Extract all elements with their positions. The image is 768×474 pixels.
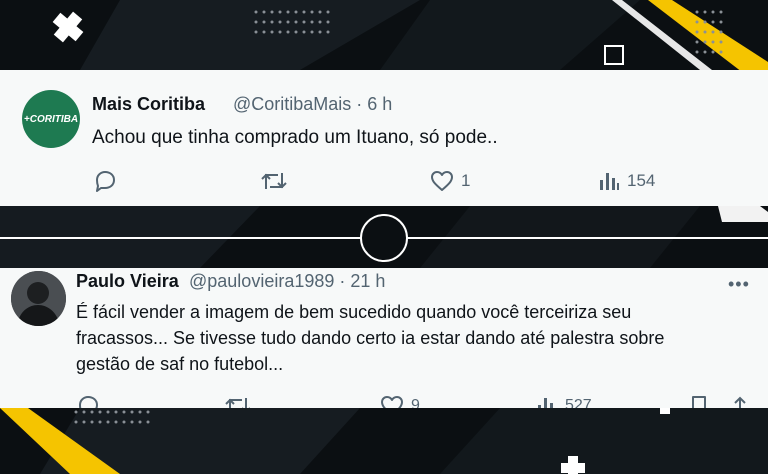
user-photo: [11, 271, 66, 326]
reply-icon: [79, 396, 98, 408]
views-icon: [600, 173, 619, 190]
retweet-button[interactable]: [224, 395, 252, 408]
author-name[interactable]: Mais Coritiba: [92, 94, 205, 115]
like-count: 1: [461, 171, 471, 190]
tweet-text-line: É fácil vender a imagem de bem sucedido …: [76, 302, 632, 322]
reply-button[interactable]: [93, 170, 117, 192]
views-button[interactable]: 527: [536, 395, 592, 408]
author-handle[interactable]: @CoritibaMais · 6 h: [233, 94, 392, 115]
share-button[interactable]: [730, 395, 750, 408]
bookmark-icon: [692, 396, 706, 408]
author-handle[interactable]: @paulovieira1989 · 21 h: [189, 271, 385, 292]
share-icon: [734, 396, 746, 408]
view-count: 154: [627, 171, 656, 190]
like-button[interactable]: 1: [430, 170, 470, 192]
views-button[interactable]: 154: [598, 170, 655, 192]
coritiba-logo: +CORITIBA: [23, 113, 79, 125]
tweet-card-paulo-vieira[interactable]: Paulo Vieira @paulovieira1989 · 21 h •••…: [0, 268, 768, 408]
more-icon[interactable]: •••: [728, 274, 750, 295]
reply-button[interactable]: [76, 395, 100, 408]
reply-icon: [96, 171, 115, 192]
bookmark-button[interactable]: [690, 395, 708, 408]
avatar[interactable]: +CORITIBA: [22, 90, 80, 148]
like-button[interactable]: 9: [380, 395, 420, 408]
tweet-text-line: fracassos... Se tivesse tudo dando certo…: [76, 328, 665, 348]
retweet-icon: [261, 173, 287, 189]
like-icon: [431, 171, 453, 191]
views-icon: [538, 398, 553, 408]
tweet-text: Achou que tinha comprado um Ituano, só p…: [92, 127, 498, 148]
retweet-button[interactable]: [260, 170, 288, 192]
view-count: 527: [565, 397, 592, 408]
like-count: 9: [411, 397, 420, 408]
tweet-text-line: gestão de saf no futebol...: [76, 354, 284, 374]
like-icon: [381, 396, 403, 408]
avatar[interactable]: [11, 271, 66, 326]
tweet-card-mais-coritiba[interactable]: +CORITIBA Mais Coritiba @CoritibaMais · …: [0, 70, 768, 206]
author-name[interactable]: Paulo Vieira: [76, 271, 179, 292]
retweet-icon: [225, 398, 250, 408]
